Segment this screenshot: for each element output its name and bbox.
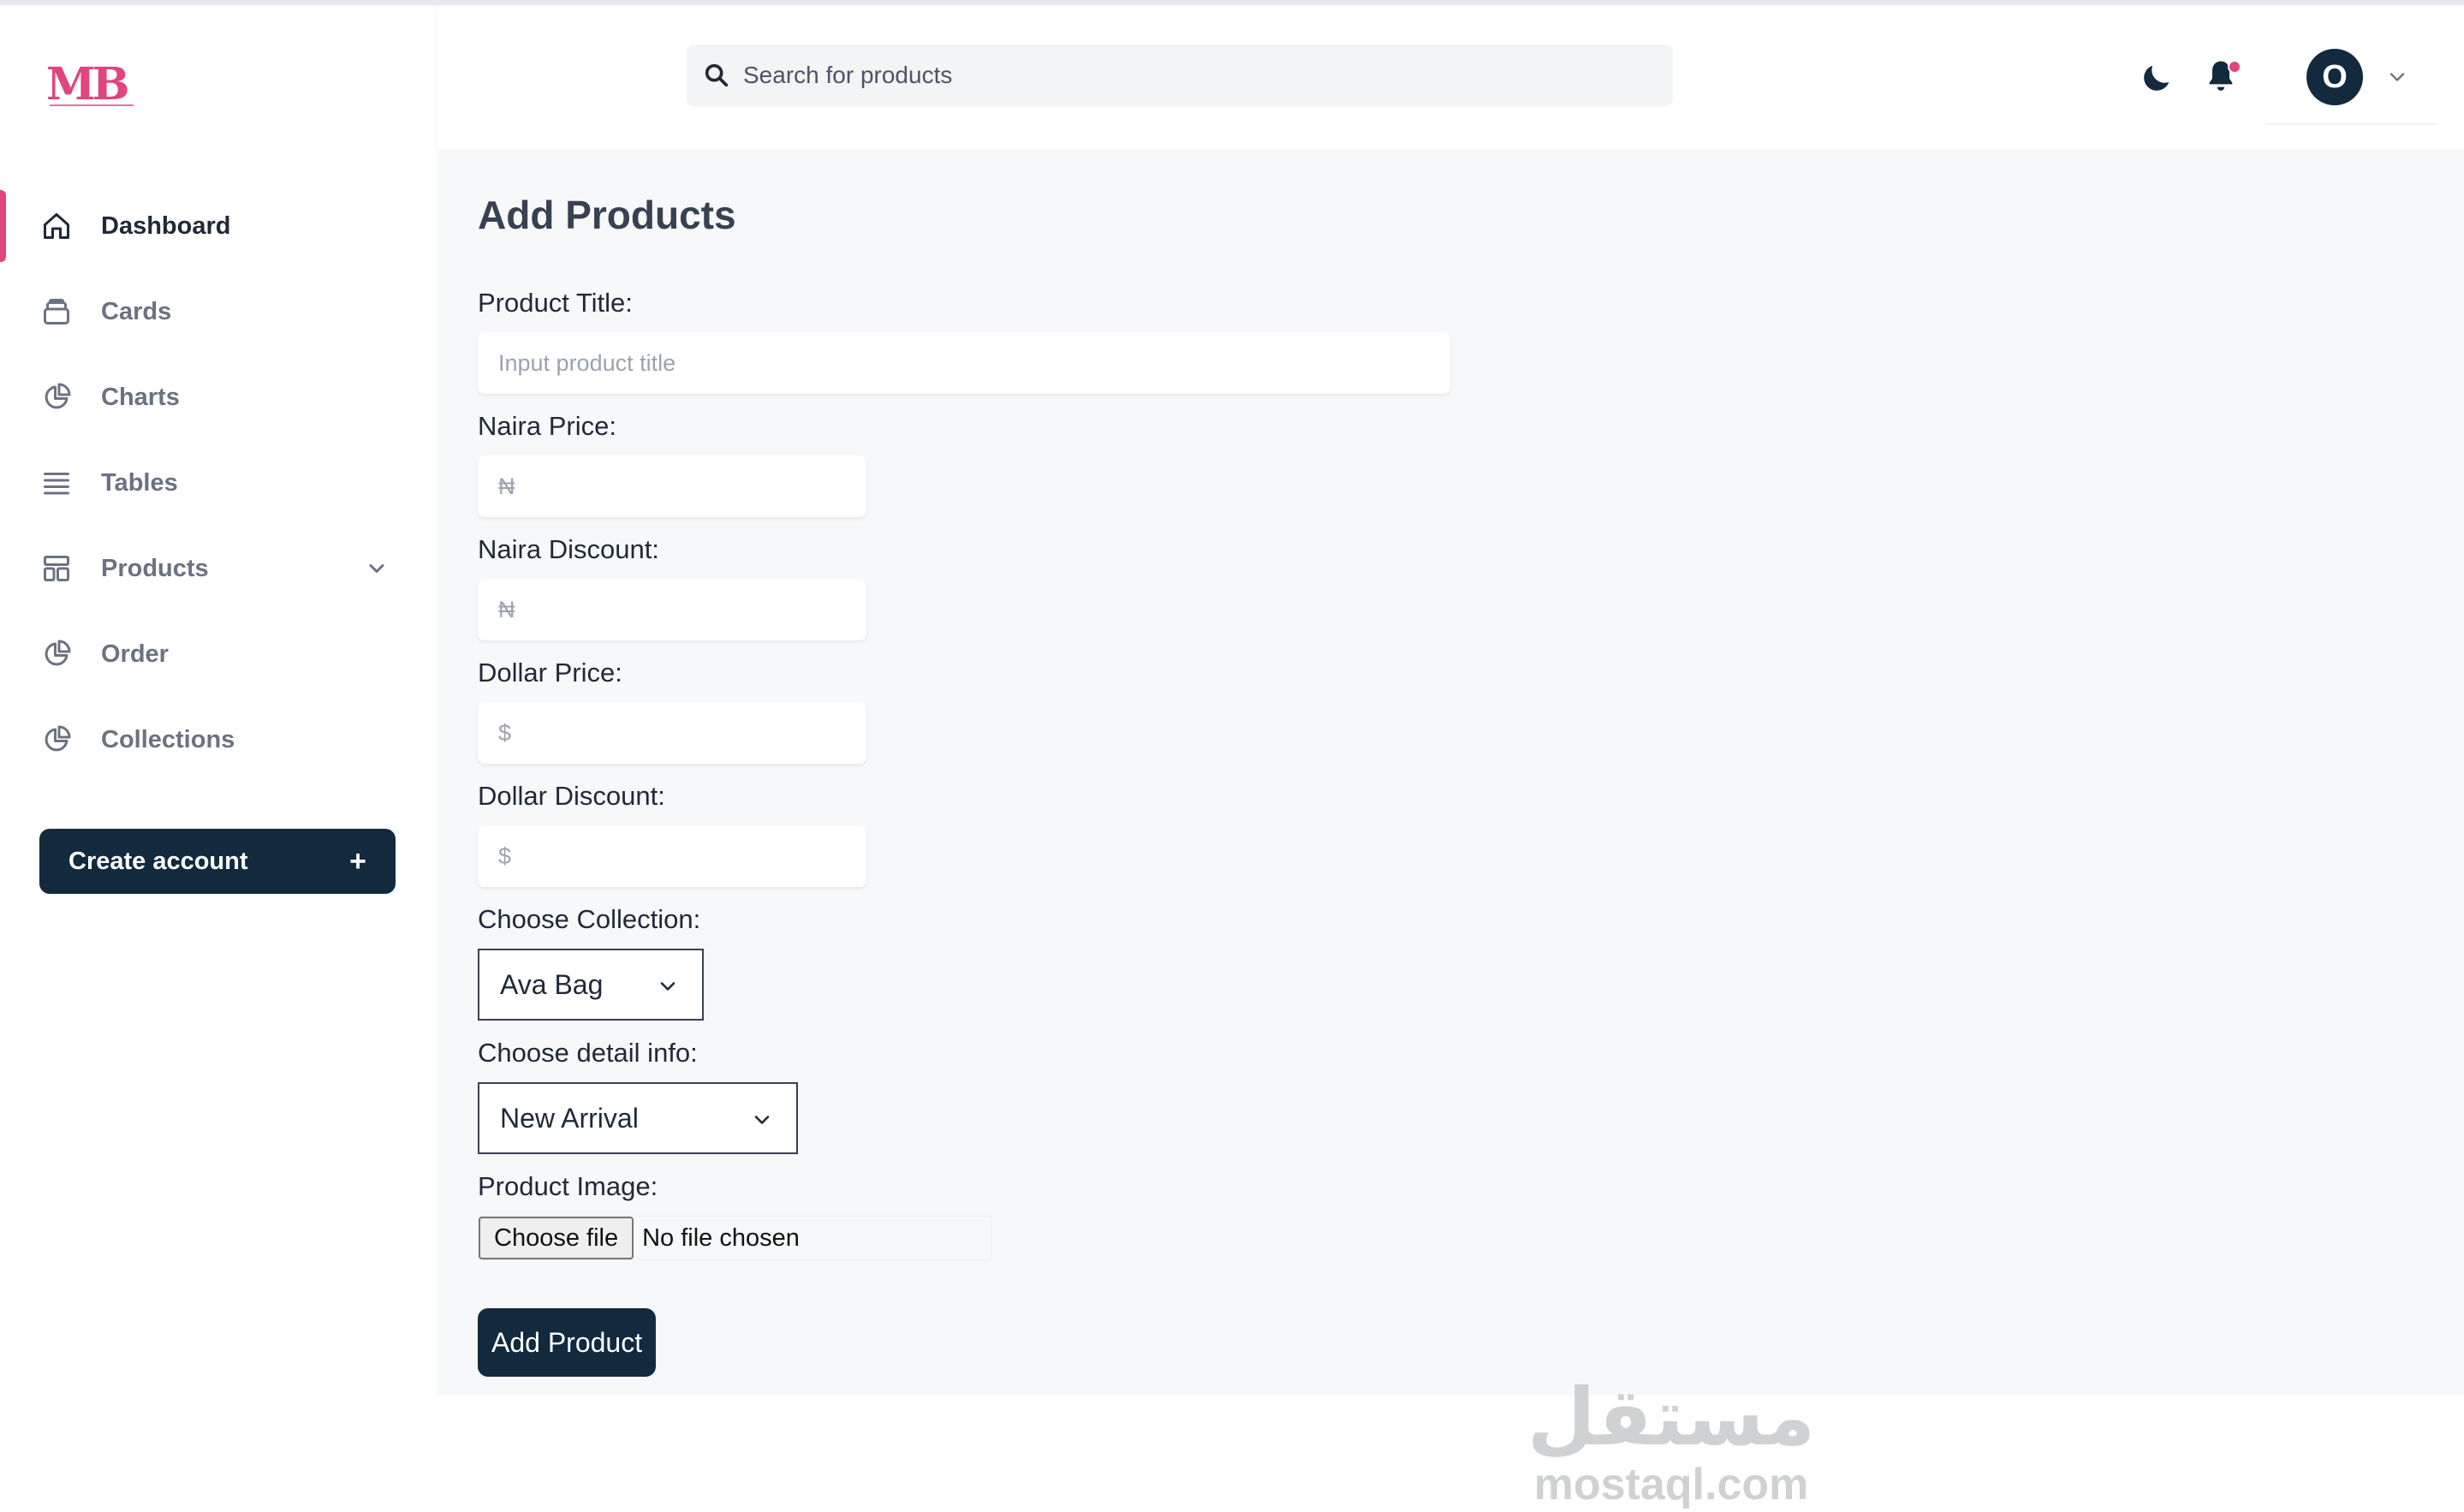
watermark: مستقل mostaql.com [1517,1375,1825,1512]
watermark-latin: mostaql.com [1533,1460,1809,1509]
naira-price-input[interactable] [478,455,866,517]
notification-badge [2228,60,2241,74]
watermark-arabic: مستقل [1527,1374,1816,1461]
pie-chart-icon [39,380,74,414]
top-header: O [437,5,2464,149]
choose-file-button[interactable]: Choose file [479,1217,634,1259]
sidebar-item-collections[interactable]: Collections [0,697,437,783]
file-status: No file chosen [642,1223,800,1252]
sidebar-item-cards[interactable]: Cards [0,269,437,354]
naira-discount-label: Naira Discount: [478,534,659,564]
sidebar-item-charts[interactable]: Charts [0,354,437,440]
create-account-label: Create account [68,847,248,875]
list-icon [39,466,74,500]
main-content: Add Products Product Title: Naira Price:… [437,149,2464,1509]
sidebar-item-label: Dashboard [101,211,231,240]
card-stack-icon [39,295,74,329]
product-image-label: Product Image: [478,1171,658,1201]
add-product-button[interactable]: Add Product [478,1308,657,1377]
chevron-down-icon [750,1107,774,1131]
create-account-button[interactable]: Create account + [39,829,396,894]
sidebar-item-tables[interactable]: Tables [0,440,437,526]
search-bar [687,45,1673,106]
sidebar-item-label: Charts [101,383,180,411]
chevron-down-icon [656,973,680,997]
sidebar-item-label: Tables [101,468,178,497]
detail-info-select-value: New Arrival [500,1102,639,1134]
sidebar-item-label: Cards [101,297,172,325]
collection-label: Choose Collection: [478,904,701,934]
layout-icon [39,551,74,586]
collection-select[interactable]: Ava Bag [478,949,704,1021]
sidebar-item-label: Order [101,640,169,668]
plus-icon: + [349,844,366,878]
detail-info-select[interactable]: New Arrival [478,1082,798,1154]
chevron-down-icon [2385,65,2409,89]
sidebar-item-products[interactable]: Products [0,526,437,611]
dollar-discount-input[interactable] [478,825,866,887]
pie-chart-icon [39,723,74,757]
search-input[interactable] [743,62,1651,89]
page-title: Add Products [478,193,736,237]
brand-logo[interactable]: MB [45,58,139,111]
product-title-input[interactable] [478,332,1450,394]
profile-menu[interactable]: O [2265,31,2437,125]
sidebar-item-label: Products [101,554,209,582]
collection-select-value: Ava Bag [500,968,604,1000]
logo-text: MB [46,58,128,110]
product-image-file-input: Choose file No file chosen [478,1216,991,1260]
moon-icon[interactable] [2140,60,2175,94]
product-title-label: Product Title: [478,288,633,318]
sidebar: MB Dashboard Cards Charts Tables Product… [0,5,437,1396]
home-icon [39,209,74,243]
naira-discount-input[interactable] [478,579,866,640]
sidebar-nav: Dashboard Cards Charts Tables Products O… [0,183,437,783]
naira-price-label: Naira Price: [478,411,616,441]
pie-chart-icon [39,637,74,671]
search-icon [702,61,731,90]
detail-info-label: Choose detail info: [478,1038,698,1068]
sidebar-item-order[interactable]: Order [0,611,437,697]
avatar: O [2306,49,2363,105]
sidebar-item-label: Collections [101,725,235,753]
dollar-price-label: Dollar Price: [478,658,622,688]
sidebar-item-dashboard[interactable]: Dashboard [0,183,437,269]
dollar-price-input[interactable] [478,702,866,764]
dollar-discount-label: Dollar Discount: [478,781,665,811]
chevron-down-icon[interactable] [365,557,389,580]
